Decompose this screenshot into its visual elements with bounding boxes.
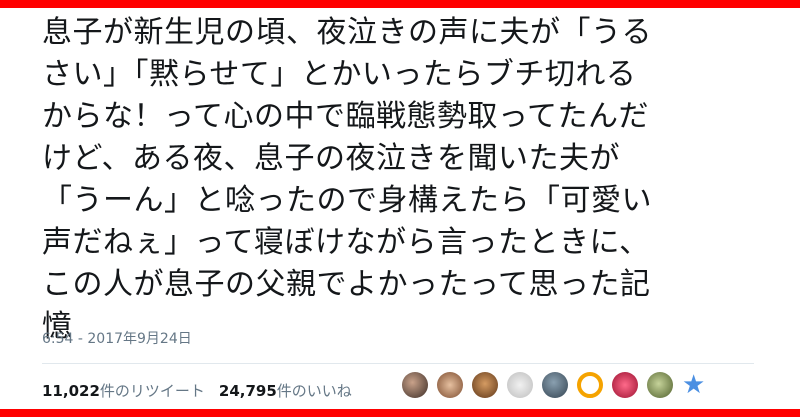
tweet-text: 息子が新生児の頃、夜泣きの声に夫が「うる さい」「黙らせて」とかいったらブチ切れ… bbox=[42, 12, 747, 348]
avatar[interactable] bbox=[612, 372, 638, 398]
star-icon[interactable]: ★ bbox=[682, 372, 705, 398]
avatar[interactable] bbox=[542, 372, 568, 398]
divider bbox=[42, 363, 754, 364]
retweet-label: 件のリツイート bbox=[99, 382, 205, 400]
avatar[interactable] bbox=[402, 372, 428, 398]
retweet-count: 11,022 bbox=[42, 382, 100, 400]
tweet-timestamp[interactable]: 6:54 - 2017年9月24日 bbox=[42, 328, 192, 348]
avatar[interactable] bbox=[577, 372, 603, 398]
avatar[interactable] bbox=[647, 372, 673, 398]
bottom-red-border bbox=[0, 409, 800, 417]
like-stat[interactable]: 24,795件のいいね bbox=[219, 382, 352, 400]
liker-avatars: ★ bbox=[402, 372, 705, 402]
avatar[interactable] bbox=[472, 372, 498, 398]
tweet-text-line: けど、ある夜、息子の夜泣きを聞いた夫が bbox=[42, 141, 620, 176]
tweet-card: 息子が新生児の頃、夜泣きの声に夫が「うる さい」「黙らせて」とかいったらブチ切れ… bbox=[42, 8, 762, 409]
retweet-stat[interactable]: 11,022件のリツイート bbox=[42, 382, 205, 400]
tweet-text-line: 息子が新生児の頃、夜泣きの声に夫が「うる bbox=[42, 15, 652, 50]
tweet-text-line: さい」「黙らせて」とかいったらブチ切れる bbox=[42, 57, 637, 92]
top-red-border bbox=[0, 0, 800, 8]
tweet-text-line: 声だねぇ」って寝ぼけながら言ったときに、 bbox=[42, 225, 650, 260]
tweet-text-line: この人が息子の父親でよかったって思った記 bbox=[42, 267, 651, 302]
tweet-stats: 11,022件のリツイート 24,795件のいいね bbox=[42, 380, 352, 401]
avatar[interactable] bbox=[437, 372, 463, 398]
tweet-text-line: からな！って心の中で臨戦態勢取ってたんだ bbox=[42, 99, 649, 134]
tweet-text-line: 「うーん」と唸ったので身構えたら「可愛い bbox=[42, 183, 652, 218]
like-label: 件のいいね bbox=[276, 382, 352, 400]
avatar[interactable] bbox=[507, 372, 533, 398]
like-count: 24,795 bbox=[218, 382, 277, 400]
